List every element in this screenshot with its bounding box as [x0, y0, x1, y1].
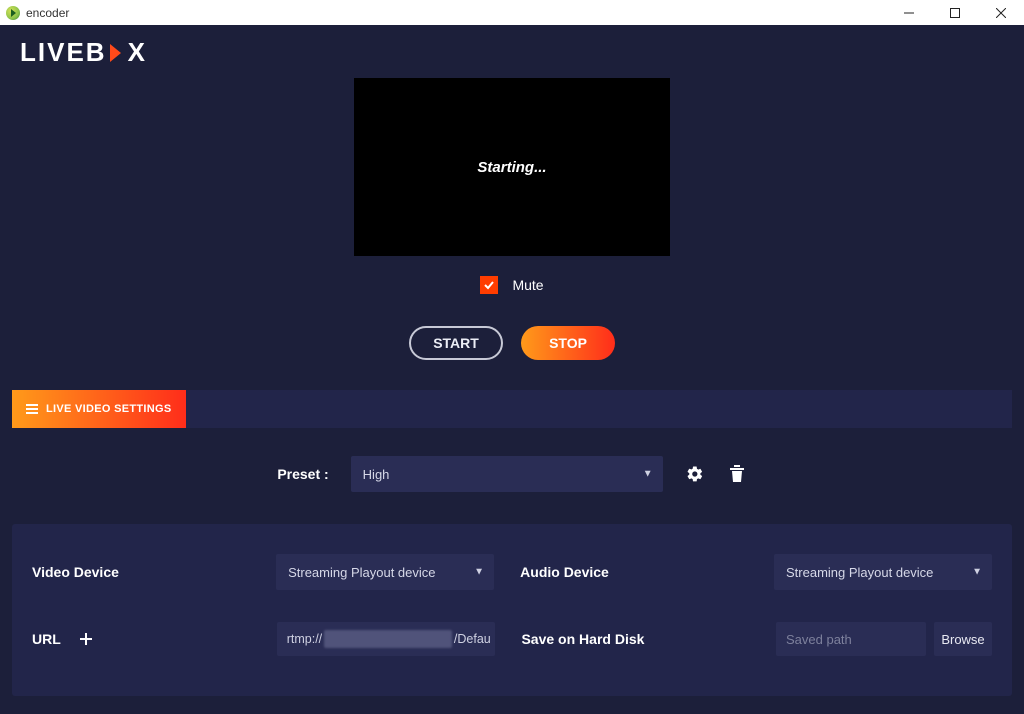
- video-device-select[interactable]: Streaming Playout device ▼: [276, 554, 494, 590]
- tab-label: LIVE VIDEO SETTINGS: [46, 403, 172, 415]
- settings-tabbar: LIVE VIDEO SETTINGS: [12, 390, 1012, 428]
- mute-checkbox[interactable]: [480, 276, 498, 294]
- saved-path-placeholder: Saved path: [786, 632, 852, 647]
- minimize-button[interactable]: [886, 0, 932, 25]
- video-device-label: Video Device: [32, 564, 276, 580]
- url-label: URL: [32, 631, 61, 647]
- maximize-button[interactable]: [932, 0, 978, 25]
- save-disk-label: Save on Hard Disk: [521, 631, 776, 647]
- settings-panel: Video Device Streaming Playout device ▼ …: [12, 524, 1012, 696]
- saved-path-input[interactable]: Saved path: [776, 622, 926, 656]
- window-title: encoder: [26, 6, 69, 20]
- brand-text-2: X: [128, 37, 147, 68]
- gear-icon: [686, 465, 704, 483]
- brand-text-1: LIVEB: [20, 37, 107, 68]
- preview-status-text: Starting...: [477, 159, 546, 176]
- browse-button[interactable]: Browse: [934, 622, 992, 656]
- mute-label: Mute: [512, 277, 543, 293]
- url-input[interactable]: rtmp:// /Defau: [277, 622, 495, 656]
- close-button[interactable]: [978, 0, 1024, 25]
- url-prefix: rtmp://: [277, 632, 322, 646]
- preset-settings-button[interactable]: [685, 464, 705, 484]
- url-redacted: [324, 630, 452, 648]
- brand-chevron-icon: [109, 42, 127, 64]
- preset-select[interactable]: High ▼: [351, 456, 663, 492]
- audio-device-select[interactable]: Streaming Playout device ▼: [774, 554, 992, 590]
- brand-logo: LIVEB X: [20, 37, 1004, 68]
- app-body: LIVEB X Starting... Mute START STOP: [0, 25, 1024, 714]
- video-preview: Starting...: [354, 78, 670, 256]
- app-icon: [6, 6, 20, 20]
- settings-bars-icon: [26, 404, 38, 414]
- chevron-down-icon: ▼: [643, 469, 653, 480]
- preset-delete-button[interactable]: [727, 464, 747, 484]
- audio-device-label: Audio Device: [520, 564, 774, 580]
- url-suffix: /Defau: [454, 632, 495, 646]
- add-url-button[interactable]: [79, 632, 93, 646]
- window-titlebar: encoder: [0, 0, 1024, 25]
- chevron-down-icon: ▼: [972, 567, 982, 578]
- brand-bar: LIVEB X: [0, 25, 1024, 78]
- start-button[interactable]: START: [409, 326, 503, 360]
- tab-live-video-settings[interactable]: LIVE VIDEO SETTINGS: [12, 390, 186, 428]
- chevron-down-icon: ▼: [474, 567, 484, 578]
- video-device-value: Streaming Playout device: [288, 565, 435, 580]
- preset-label: Preset :: [277, 466, 328, 482]
- audio-device-value: Streaming Playout device: [786, 565, 933, 580]
- trash-icon: [729, 465, 745, 483]
- preset-value: High: [363, 467, 390, 482]
- stop-button[interactable]: STOP: [521, 326, 615, 360]
